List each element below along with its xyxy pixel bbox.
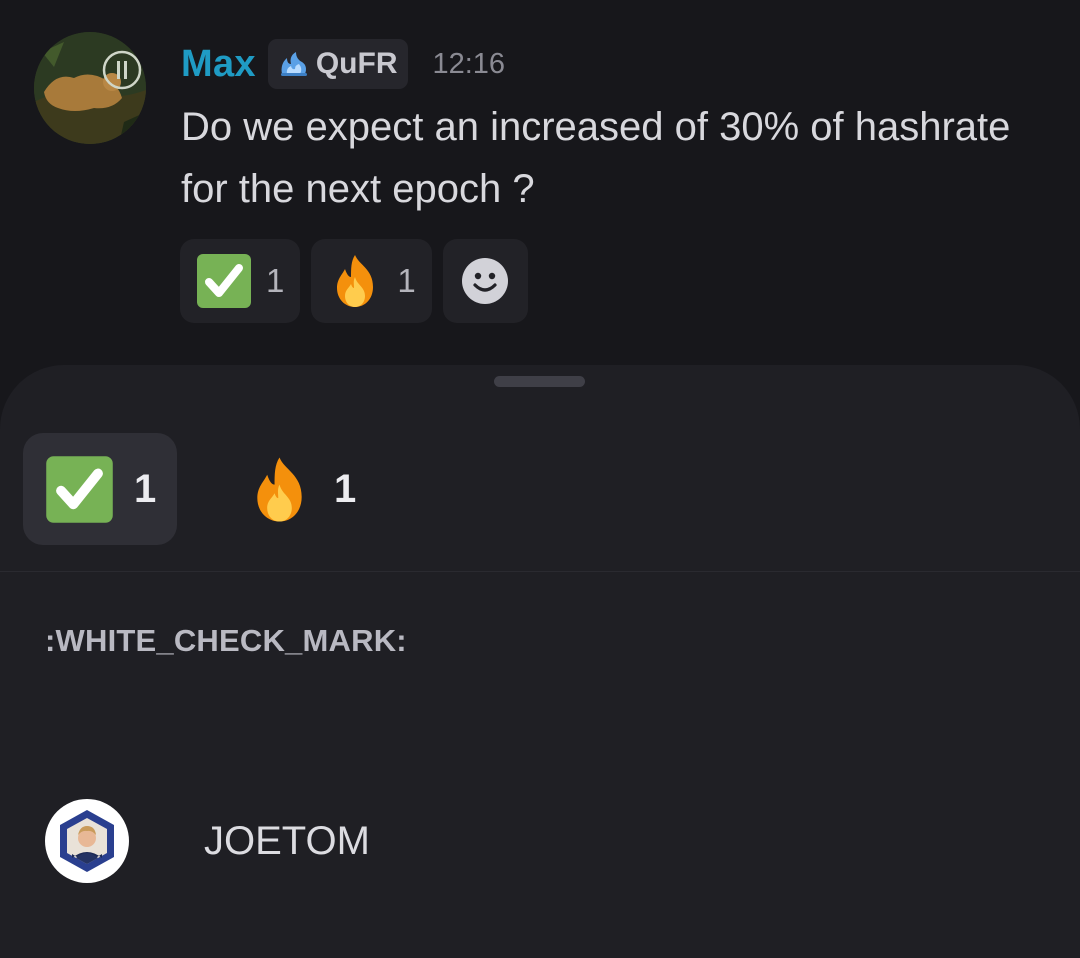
sheet-drag-handle[interactable] — [494, 376, 585, 387]
add-reaction-button[interactable] — [442, 239, 528, 323]
reactions-bottom-sheet: 1 1 :WHITE_CHECK_MARK: JOETOM — [0, 365, 1080, 958]
message-text: Do we expect an increased of 30% of hash… — [181, 105, 1011, 211]
reaction-section-label: :WHITE_CHECK_MARK: — [45, 623, 407, 658]
fire-icon — [257, 456, 302, 522]
reaction-fire[interactable]: 1 — [311, 239, 432, 323]
reactor-username: JOETOM — [204, 818, 370, 863]
reaction-tabs: 1 1 — [23, 433, 356, 545]
reactor-list-item[interactable]: JOETOM — [45, 798, 1045, 884]
tab-count: 1 — [134, 466, 157, 511]
chat-message: Max QuFR 12:16 Do we expect an increased… — [0, 0, 1080, 370]
message-header: Max QuFR 12:16 — [181, 38, 505, 90]
timestamp: 12:16 — [432, 47, 506, 80]
guild-tag-label: QuFR — [315, 47, 398, 80]
tab-white-check-mark[interactable]: 1 — [23, 433, 177, 545]
reaction-count: 1 — [266, 262, 285, 299]
screen: Max QuFR 12:16 Do we expect an increased… — [0, 0, 1080, 958]
tab-fire[interactable]: 1 — [221, 433, 356, 545]
reaction-bar: 1 1 — [180, 239, 539, 323]
guild-tag[interactable]: QuFR — [267, 39, 409, 89]
blue-flame-icon — [280, 52, 307, 76]
fire-icon — [337, 255, 374, 307]
username[interactable]: Max — [181, 43, 256, 86]
reaction-white-check-mark[interactable]: 1 — [180, 239, 301, 323]
sheet-divider — [0, 571, 1080, 572]
user-hexagon-avatar-icon — [45, 799, 129, 883]
white-check-mark-icon — [197, 254, 251, 308]
reaction-count: 1 — [397, 262, 416, 299]
tab-count: 1 — [334, 466, 357, 511]
white-check-mark-icon — [46, 455, 113, 523]
add-reaction-smiley-icon — [462, 258, 509, 304]
cougar-avatar-icon[interactable] — [34, 32, 146, 144]
